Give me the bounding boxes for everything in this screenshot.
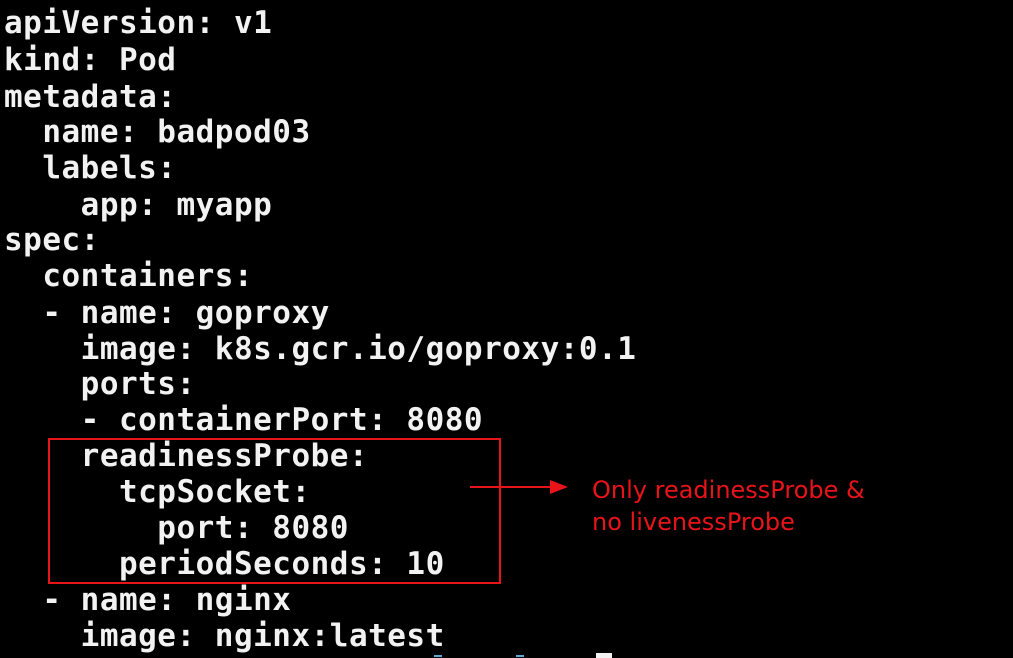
annotation-arrow-head-icon xyxy=(550,480,568,494)
prompt-dot-icon xyxy=(516,655,524,657)
yaml-line-containers: containers: xyxy=(4,258,254,294)
yaml-line-image-goproxy: image: k8s.gcr.io/goproxy:0.1 xyxy=(4,331,637,367)
yaml-line-containerport: - containerPort: 8080 xyxy=(4,402,484,438)
annotation-arrow-shaft xyxy=(470,486,554,488)
yaml-line-name: name: badpod03 xyxy=(4,114,311,150)
yaml-line-image-nginx: image: nginx:latest xyxy=(4,618,445,654)
yaml-line-ports: ports: xyxy=(4,366,196,402)
yaml-line-apiversion: apiVersion: v1 xyxy=(4,5,273,41)
yaml-line-labels: labels: xyxy=(4,150,177,186)
yaml-line-metadata: metadata: xyxy=(4,79,177,115)
yaml-line-container-goproxy: - name: goproxy xyxy=(4,295,330,331)
prompt-dot-icon xyxy=(434,655,442,657)
yaml-line-app: app: myapp xyxy=(4,187,273,223)
yaml-line-container-nginx: - name: nginx xyxy=(4,582,292,618)
probe-annotation: Only readinessProbe & no livenessProbe xyxy=(592,474,972,538)
terminal-window: apiVersion: v1 kind: Pod metadata: name:… xyxy=(0,0,1013,658)
yaml-line-kind: kind: Pod xyxy=(4,42,177,78)
yaml-line-spec: spec: xyxy=(4,222,100,258)
readiness-probe-highlight-box xyxy=(48,438,501,584)
annotation-line-1: Only readinessProbe & xyxy=(592,476,865,504)
annotation-line-2: no livenessProbe xyxy=(592,508,795,536)
terminal-cursor[interactable] xyxy=(596,653,612,658)
